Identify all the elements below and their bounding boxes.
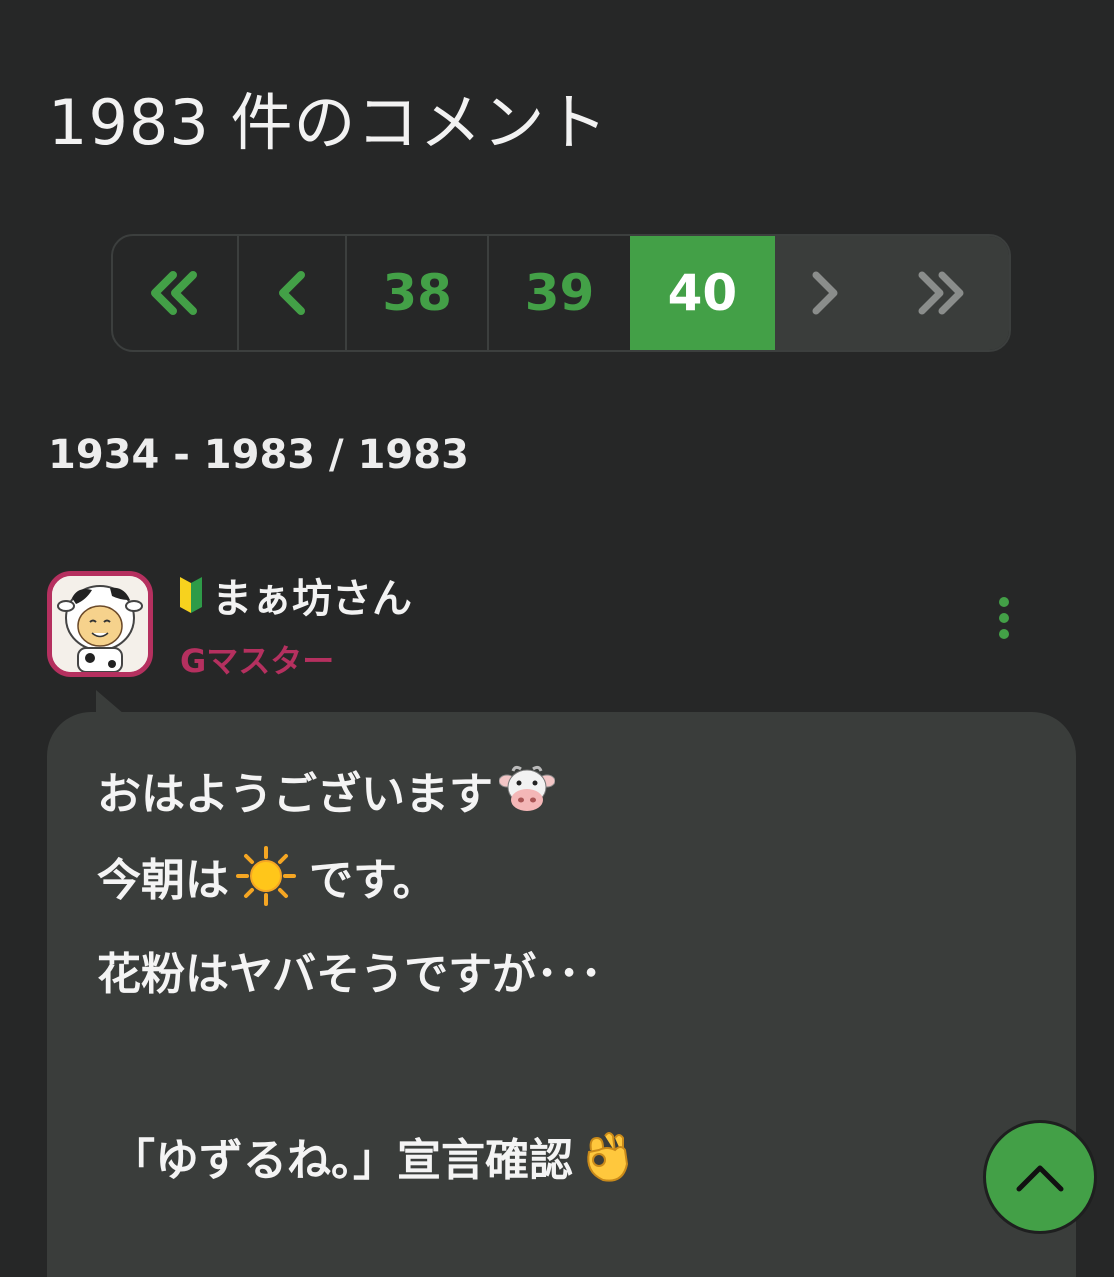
comment-body: おはようございます 今朝は です。 花粉はヤバそうですが･･･ 「ゆずるね。」宣… xyxy=(47,712,1076,1277)
avatar[interactable] xyxy=(47,571,153,677)
pagination: 38 39 40 xyxy=(111,234,1011,352)
comment-line: 今朝は です。 xyxy=(97,844,437,908)
current-page-button[interactable]: 40 xyxy=(629,236,776,350)
ok-hand-icon xyxy=(587,1132,629,1182)
author-rank: Gマスター xyxy=(180,642,335,680)
chevron-up-icon xyxy=(1016,1165,1064,1192)
cow-face-icon xyxy=(499,765,555,811)
sun-icon xyxy=(236,846,296,906)
scroll-to-top-button[interactable] xyxy=(983,1120,1097,1234)
comments-heading: 1983 件のコメント xyxy=(48,86,609,159)
next-page-button[interactable] xyxy=(775,236,875,350)
comment-author[interactable]: まぁ坊さん xyxy=(178,566,412,624)
author-name: まぁ坊さん xyxy=(212,576,412,622)
double-chevron-left-icon xyxy=(151,271,198,315)
kebab-menu-icon xyxy=(999,597,1009,639)
prev-page-button[interactable] xyxy=(239,236,347,350)
page-38-button[interactable]: 38 xyxy=(347,236,490,350)
cow-costume-avatar-icon xyxy=(52,576,148,672)
chevron-left-icon xyxy=(279,271,306,315)
beginner-mark-icon xyxy=(180,577,202,613)
comment-line: 「ゆずるね。」宣言確認 xyxy=(111,1124,633,1188)
first-page-button[interactable] xyxy=(113,236,240,350)
last-page-button[interactable] xyxy=(874,236,1009,350)
bubble-tail xyxy=(96,690,124,714)
comment-range: 1934 - 1983 / 1983 xyxy=(48,432,469,478)
comment-line: おはようございます xyxy=(97,758,555,822)
chevron-right-icon xyxy=(812,271,838,315)
page-39-button[interactable]: 39 xyxy=(489,236,629,350)
double-chevron-right-icon xyxy=(918,271,964,315)
comments-page: 1983 件のコメント 38 39 40 1934 - 1983 / 1983 … xyxy=(0,0,1114,1277)
comment-menu-button[interactable] xyxy=(990,594,1018,642)
comment-line: 花粉はヤバそうですが･･･ xyxy=(97,949,603,1000)
